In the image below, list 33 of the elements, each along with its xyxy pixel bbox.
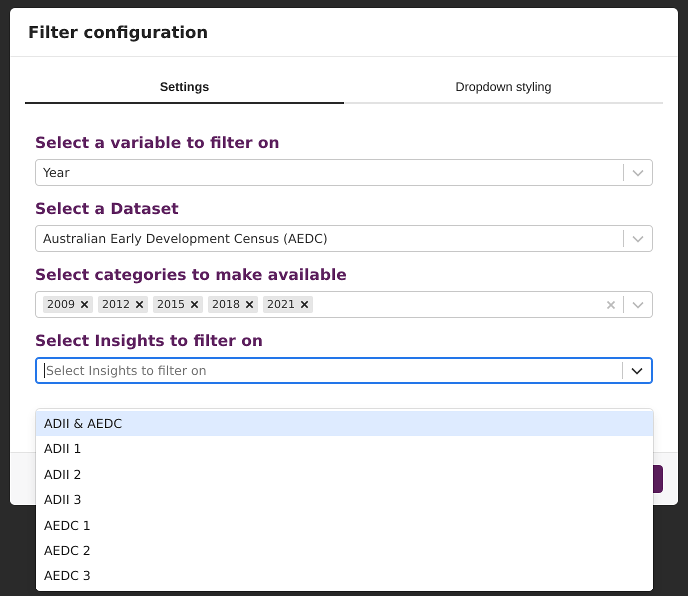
- category-tag: 2012: [98, 296, 148, 313]
- dropdown-option[interactable]: ADII 2: [36, 462, 653, 488]
- field-label: Select Insights to filter on: [35, 332, 264, 350]
- select-field[interactable]: Year: [35, 159, 653, 186]
- placeholder-text: Select Insights to filter on: [46, 363, 207, 378]
- dropdown-option[interactable]: ADII & AEDC: [36, 411, 653, 436]
- category-tag: 2018: [208, 296, 258, 313]
- selected-value: Year: [43, 165, 70, 180]
- dropdown-option[interactable]: ADII 3: [36, 487, 653, 513]
- category-tag: 2021: [263, 296, 313, 313]
- dropdown-option[interactable]: AEDC 1: [36, 512, 653, 538]
- remove-icon[interactable]: [300, 300, 309, 309]
- remove-icon[interactable]: [245, 300, 254, 309]
- dropdown-option[interactable]: ADII 1: [36, 436, 653, 462]
- dropdown-option[interactable]: AEDC 2: [36, 538, 653, 564]
- save-button[interactable]: [653, 465, 663, 493]
- category-tag: 2009: [43, 296, 93, 313]
- remove-icon[interactable]: [190, 300, 199, 309]
- chevron-down-icon[interactable]: [631, 366, 643, 374]
- selected-value: Australian Early Development Census (AEDC): [43, 231, 328, 246]
- field-label: Select a variable to filter on: [35, 134, 281, 152]
- multi-select-field[interactable]: 2009 2012 2015 2018 2021: [35, 291, 653, 318]
- select-field[interactable]: Select Insights to filter on: [35, 357, 653, 384]
- category-tag: 2015: [153, 296, 203, 313]
- remove-icon[interactable]: [80, 300, 89, 309]
- remove-icon[interactable]: [135, 300, 144, 309]
- field-label: Select a Dataset: [35, 200, 180, 218]
- select-field[interactable]: Australian Early Development Census (AEDC): [35, 225, 653, 252]
- dropdown-option[interactable]: AEDC 3: [36, 563, 653, 589]
- dialog-title: Filter configuration: [28, 22, 208, 42]
- tab[interactable]: Dropdown styling: [344, 71, 663, 104]
- tab[interactable]: Settings: [25, 71, 344, 104]
- field-label: Select categories to make available: [35, 266, 348, 284]
